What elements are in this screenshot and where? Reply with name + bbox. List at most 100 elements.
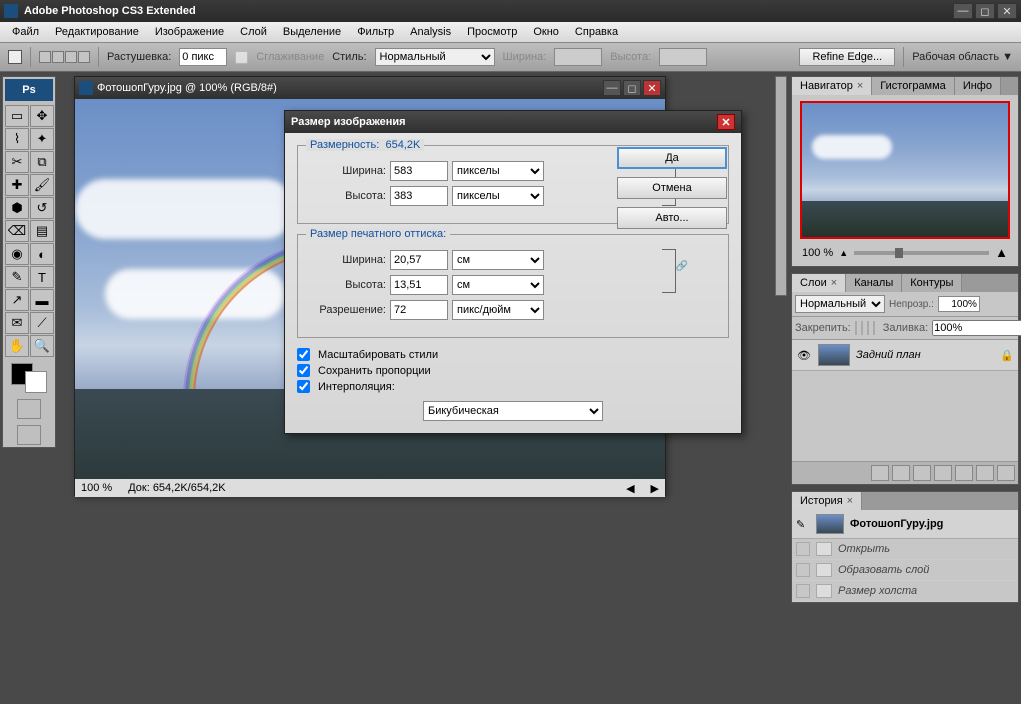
pen-tool-icon[interactable]: ✎ [5, 266, 29, 288]
zoom-tool-icon[interactable]: 🔍 [30, 335, 54, 357]
link-layers-icon[interactable] [871, 465, 889, 481]
resample-checkbox[interactable] [297, 380, 310, 393]
tab-history[interactable]: История× [792, 492, 862, 510]
doc-width-unit[interactable]: см [452, 250, 544, 270]
color-swatches[interactable] [9, 363, 49, 393]
menu-view[interactable]: Просмотр [459, 24, 525, 40]
link-icon[interactable]: 🔗 [676, 261, 688, 272]
fx-icon[interactable] [892, 465, 910, 481]
history-brush-icon[interactable]: ↺ [30, 197, 54, 219]
background-color[interactable] [25, 371, 47, 393]
minimize-button[interactable]: — [953, 3, 973, 19]
blur-tool-icon[interactable]: ◉ [5, 243, 29, 265]
crop-tool-icon[interactable]: ✂ [5, 151, 29, 173]
tab-layers[interactable]: Слои× [792, 274, 846, 292]
opacity-input[interactable] [938, 296, 980, 312]
dialog-titlebar[interactable]: Размер изображения ✕ [285, 111, 741, 133]
layer-thumbnail[interactable] [818, 344, 850, 366]
doc-width-input[interactable] [390, 250, 448, 270]
tool-preset-icon[interactable] [8, 50, 22, 64]
type-tool-icon[interactable]: T [30, 266, 54, 288]
tab-navigator[interactable]: Навигатор× [792, 77, 872, 95]
menu-help[interactable]: Справка [567, 24, 626, 40]
hand-tool-icon[interactable]: ✋ [5, 335, 29, 357]
collapsed-panel-dock[interactable] [775, 76, 787, 296]
history-snapshot[interactable]: ✎ ФотошопГуру.jpg [792, 510, 1018, 539]
brush-tool-icon[interactable]: 🖌 [30, 174, 54, 196]
dialog-close-button[interactable]: ✕ [717, 114, 735, 130]
zoom-display[interactable]: 100 % [81, 482, 112, 494]
workspace-menu[interactable]: Рабочая область ▼ [912, 51, 1013, 63]
sel-intersect-icon[interactable] [78, 51, 90, 63]
close-icon[interactable]: × [831, 277, 837, 289]
scroll-left-icon[interactable]: ◀ [626, 482, 634, 495]
close-icon[interactable]: × [847, 495, 853, 507]
notes-tool-icon[interactable]: ✉ [5, 312, 29, 334]
sel-add-icon[interactable] [52, 51, 64, 63]
doc-height-unit[interactable]: см [452, 275, 544, 295]
document-titlebar[interactable]: ФотошопГуру.jpg @ 100% (RGB/8#) — ◻ ✕ [75, 77, 665, 99]
mask-icon[interactable] [913, 465, 931, 481]
feather-input[interactable] [179, 48, 227, 66]
screenmode-icon[interactable] [17, 425, 41, 445]
marquee-tool-icon[interactable]: ▭ [5, 105, 29, 127]
menu-select[interactable]: Выделение [275, 24, 349, 40]
zoom-out-icon[interactable]: ▲ [839, 248, 848, 258]
adjustment-icon[interactable] [934, 465, 952, 481]
heal-tool-icon[interactable]: ✚ [5, 174, 29, 196]
visibility-icon[interactable]: 👁 [796, 349, 812, 362]
interpolation-select[interactable]: Бикубическая [423, 401, 603, 421]
px-width-unit[interactable]: пикселы [452, 161, 544, 181]
zoom-slider[interactable] [854, 251, 989, 255]
menu-filter[interactable]: Фильтр [349, 24, 402, 40]
docsize-display[interactable]: Док: 654,2K/654,2K [128, 482, 225, 494]
constrain-checkbox[interactable] [297, 364, 310, 377]
px-width-input[interactable] [390, 161, 448, 181]
doc-minimize-button[interactable]: — [603, 80, 621, 96]
gradient-tool-icon[interactable]: ▤ [30, 220, 54, 242]
layer-name[interactable]: Задний план [856, 349, 1000, 361]
menu-analysis[interactable]: Analysis [402, 24, 459, 40]
style-select[interactable]: Нормальный [375, 48, 495, 66]
lock-all-icon[interactable] [873, 321, 875, 335]
zoom-in-icon[interactable]: ▲ [995, 245, 1008, 260]
refine-edge-button[interactable]: Refine Edge... [799, 48, 895, 66]
lasso-tool-icon[interactable]: ⌇ [5, 128, 29, 150]
eyedropper-tool-icon[interactable]: ⟋ [30, 312, 54, 334]
path-tool-icon[interactable]: ↗ [5, 289, 29, 311]
lock-transparent-icon[interactable] [855, 321, 857, 335]
tab-channels[interactable]: Каналы [846, 274, 902, 292]
eraser-tool-icon[interactable]: ⌫ [5, 220, 29, 242]
shape-tool-icon[interactable]: ▬ [30, 289, 54, 311]
stamp-tool-icon[interactable]: ⬢ [5, 197, 29, 219]
dodge-tool-icon[interactable]: ◐ [30, 243, 54, 265]
close-icon[interactable]: × [857, 80, 863, 92]
lock-paint-icon[interactable] [861, 321, 863, 335]
resolution-input[interactable] [390, 300, 448, 320]
layer-row[interactable]: 👁 Задний план 🔒 [792, 340, 1018, 371]
wand-tool-icon[interactable]: ✦ [30, 128, 54, 150]
trash-icon[interactable] [997, 465, 1015, 481]
menu-image[interactable]: Изображение [147, 24, 232, 40]
sel-new-icon[interactable] [39, 51, 51, 63]
auto-button[interactable]: Авто... [617, 207, 727, 229]
tab-paths[interactable]: Контуры [902, 274, 962, 292]
lock-move-icon[interactable] [867, 321, 869, 335]
quickmask-icon[interactable] [17, 399, 41, 419]
resolution-unit[interactable]: пикс/дюйм [452, 300, 544, 320]
menu-file[interactable]: Файл [4, 24, 47, 40]
doc-maximize-button[interactable]: ◻ [623, 80, 641, 96]
slice-tool-icon[interactable]: ⧉ [30, 151, 54, 173]
new-layer-icon[interactable] [976, 465, 994, 481]
fill-input[interactable] [932, 320, 1021, 336]
px-height-input[interactable] [390, 186, 448, 206]
group-icon[interactable] [955, 465, 973, 481]
menu-layer[interactable]: Слой [232, 24, 275, 40]
history-item[interactable]: Размер холста [792, 581, 1018, 602]
history-item[interactable]: Открыть [792, 539, 1018, 560]
tab-histogram[interactable]: Гистограмма [872, 77, 955, 95]
cancel-button[interactable]: Отмена [617, 177, 727, 199]
menu-window[interactable]: Окно [525, 24, 567, 40]
maximize-button[interactable]: ◻ [975, 3, 995, 19]
scroll-right-icon[interactable]: ▶ [651, 482, 659, 495]
